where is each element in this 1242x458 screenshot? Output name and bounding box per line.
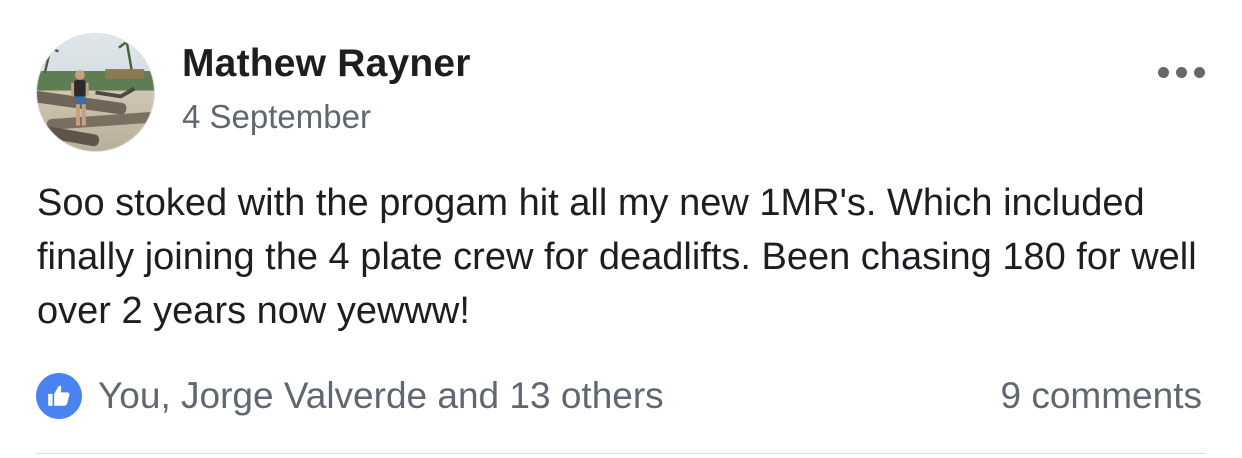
- more-horizontal-icon: [1157, 66, 1169, 78]
- reactions-text: You, Jorge Valverde and 13 others: [98, 375, 664, 416]
- feed-post: Mathew Rayner 4 September Soo stoked wit…: [0, 0, 1242, 458]
- author-avatar[interactable]: [36, 33, 155, 152]
- more-horizontal-icon-dot: [1175, 66, 1187, 78]
- avatar-photo: [37, 34, 154, 151]
- author-name[interactable]: Mathew Rayner: [182, 42, 471, 86]
- thumbs-up-icon: [36, 373, 82, 419]
- post-footer-divider: [36, 453, 1206, 454]
- post-body-text: Soo stoked with the progam hit all my ne…: [37, 182, 1197, 332]
- more-horizontal-icon-dot: [1193, 66, 1205, 78]
- more-options-button[interactable]: [1148, 54, 1214, 90]
- comments-count-link[interactable]: 9 comments: [1000, 372, 1202, 420]
- reactions-summary[interactable]: You, Jorge Valverde and 13 others: [36, 372, 664, 420]
- post-date[interactable]: 4 September: [182, 98, 371, 136]
